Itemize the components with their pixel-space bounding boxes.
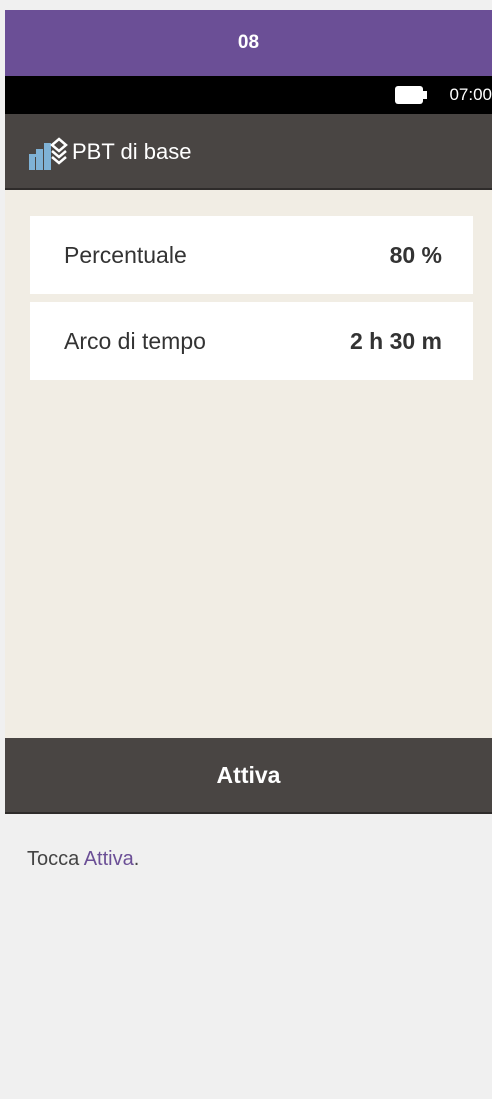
screen-title-bar: PBT di base — [5, 114, 492, 190]
duration-row[interactable]: Arco di tempo 2 h 30 m — [30, 302, 473, 380]
basal-rate-icon — [29, 137, 68, 170]
instruction-suffix: . — [133, 848, 140, 870]
step-number-header: 08 — [5, 10, 492, 76]
device-screen: 08 07:00 PBT di base Percentuale 80 % Ar… — [5, 0, 492, 1099]
percentage-label: Percentuale — [64, 241, 187, 268]
screen-title: PBT di base — [72, 139, 192, 164]
clock-time: 07:00 — [449, 85, 492, 104]
activate-button-label: Attiva — [216, 761, 281, 788]
instruction-prefix: Tocca — [27, 848, 84, 870]
activate-button[interactable]: Attiva — [5, 738, 492, 814]
percentage-row[interactable]: Percentuale 80 % — [30, 216, 473, 294]
battery-icon — [395, 86, 427, 104]
percentage-value: 80 % — [389, 241, 442, 268]
duration-label: Arco di tempo — [64, 327, 206, 354]
step-number: 08 — [237, 32, 260, 53]
status-bar: 07:00 — [5, 76, 492, 114]
settings-panel: Percentuale 80 % Arco di tempo 2 h 30 m — [5, 190, 492, 738]
duration-value: 2 h 30 m — [349, 327, 442, 354]
instruction-highlight: Attiva — [83, 848, 134, 870]
instruction-text: Tocca Attiva. — [27, 848, 139, 871]
